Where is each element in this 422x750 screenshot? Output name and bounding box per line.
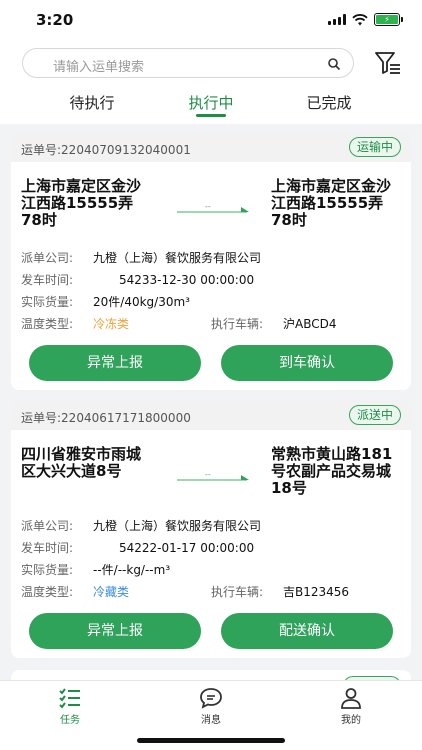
- vehicle-row: 执行车辆: 沪ABCD4: [211, 315, 337, 332]
- waybill-number: 运单号:22040617171800000: [21, 411, 191, 425]
- route-arrow-icon: --: [177, 470, 249, 481]
- temperature-row: 温度类型: 冷藏类: [21, 583, 129, 600]
- dispatch-label: 派单公司:: [21, 251, 74, 265]
- cargo-row: 实际货量: --件/--kg/--m³: [21, 561, 170, 578]
- nav-messages[interactable]: 消息: [181, 687, 241, 726]
- delivery-confirm-button[interactable]: 配送确认: [221, 613, 393, 649]
- depart-value: 54222-01-17 00:00:00: [119, 541, 255, 555]
- depart-label: 发车时间:: [21, 541, 74, 555]
- depart-label: 发车时间:: [21, 273, 74, 287]
- vehicle-value: 吉B123456: [283, 585, 350, 599]
- filter-icon[interactable]: [374, 50, 402, 76]
- vehicle-value: 沪ABCD4: [283, 317, 337, 331]
- status-bar: 3:20 ⚡: [0, 0, 422, 40]
- cargo-value: --件/--kg/--m³: [93, 563, 171, 577]
- message-icon: [200, 688, 222, 709]
- temperature-value: 冷冻类: [93, 317, 130, 331]
- tab-in-progress[interactable]: 执行中: [166, 92, 256, 113]
- header: 3:20 ⚡ 请输入运单搜索 待执行 执行中 已完成: [0, 0, 422, 124]
- depart-value: 54233-12-30 00:00:00: [119, 273, 255, 287]
- status-icons: ⚡: [328, 13, 403, 26]
- cargo-label: 实际货量:: [21, 295, 74, 309]
- nav-messages-label: 消息: [201, 715, 221, 726]
- nav-profile[interactable]: 我的: [321, 687, 381, 726]
- status-badge: 派送中: [348, 405, 401, 425]
- card-header: 运单号:22040709132040001 运输中: [11, 132, 411, 162]
- search-icon[interactable]: [327, 57, 341, 71]
- vehicle-label: 执行车辆:: [211, 585, 264, 599]
- temperature-label: 温度类型:: [21, 317, 74, 331]
- arrival-confirm-button[interactable]: 到车确认: [221, 345, 393, 381]
- status-badge: 运输中: [348, 137, 401, 157]
- status-tabs: 待执行 执行中 已完成: [0, 90, 422, 124]
- temperature-row: 温度类型: 冷冻类: [21, 315, 129, 332]
- dispatch-value: 九橙（上海）餐饮服务有限公司: [93, 519, 262, 533]
- nav-profile-label: 我的: [341, 715, 361, 726]
- battery-charging: ⚡: [376, 15, 398, 24]
- report-exception-button[interactable]: 异常上报: [29, 613, 201, 649]
- wifi-icon: [352, 13, 368, 25]
- task-list-icon: [59, 688, 80, 709]
- vehicle-label: 执行车辆:: [211, 317, 264, 331]
- tab-completed[interactable]: 已完成: [284, 92, 374, 113]
- waybill-card[interactable]: 运单号:22040709132040001 运输中 上海市嘉定区金沙江西路155…: [11, 132, 411, 390]
- dispatch-company-row: 派单公司: 九橙（上海）餐饮服务有限公司: [21, 517, 261, 534]
- search-input[interactable]: 请输入运单搜索: [22, 48, 354, 78]
- depart-time-row: 发车时间: 54222-01-17 00:00:00: [21, 539, 254, 556]
- nav-tasks-label: 任务: [60, 715, 80, 726]
- card-header: 运单号:22040617171800000 派送中: [11, 400, 411, 430]
- origin-address: 四川省雅安市雨城区大兴大道8号: [21, 445, 142, 480]
- status-time: 3:20: [36, 11, 74, 29]
- cargo-label: 实际货量:: [21, 563, 74, 577]
- nav-tasks[interactable]: 任务: [40, 687, 100, 726]
- route-label: --: [205, 202, 211, 211]
- vehicle-row: 执行车辆: 吉B123456: [211, 583, 349, 600]
- battery-icon: ⚡: [374, 13, 403, 26]
- cargo-row: 实际货量: 20件/40kg/30m³: [21, 293, 190, 310]
- destination-address: 常熟市黄山路181号农副产品交易城18号: [271, 445, 393, 497]
- temperature-label: 温度类型:: [21, 585, 74, 599]
- route-arrow-icon: --: [177, 202, 249, 213]
- dispatch-label: 派单公司:: [21, 519, 74, 533]
- user-icon: [341, 688, 361, 709]
- temperature-value: 冷藏类: [93, 585, 130, 599]
- cargo-value: 20件/40kg/30m³: [93, 295, 190, 309]
- waybill-card[interactable]: 运单号:22040617171800000 派送中 四川省雅安市雨城区大兴大道8…: [11, 400, 411, 658]
- waybill-number: 运单号:22040709132040001: [21, 143, 191, 157]
- depart-time-row: 发车时间: 54233-12-30 00:00:00: [21, 271, 254, 288]
- search-placeholder: 请输入运单搜索: [53, 60, 145, 75]
- dispatch-company-row: 派单公司: 九橙（上海）餐饮服务有限公司: [21, 249, 261, 266]
- active-tab-indicator: [196, 114, 226, 117]
- dispatch-value: 九橙（上海）餐饮服务有限公司: [93, 251, 262, 265]
- destination-address: 上海市嘉定区金沙江西路15555弄78时: [271, 177, 392, 229]
- origin-address: 上海市嘉定区金沙江西路15555弄78时: [21, 177, 142, 229]
- report-exception-button[interactable]: 异常上报: [29, 345, 201, 381]
- route-label: --: [205, 470, 211, 479]
- signal-icon: [328, 14, 346, 25]
- home-indicator: [137, 738, 285, 743]
- tab-pending[interactable]: 待执行: [47, 92, 137, 113]
